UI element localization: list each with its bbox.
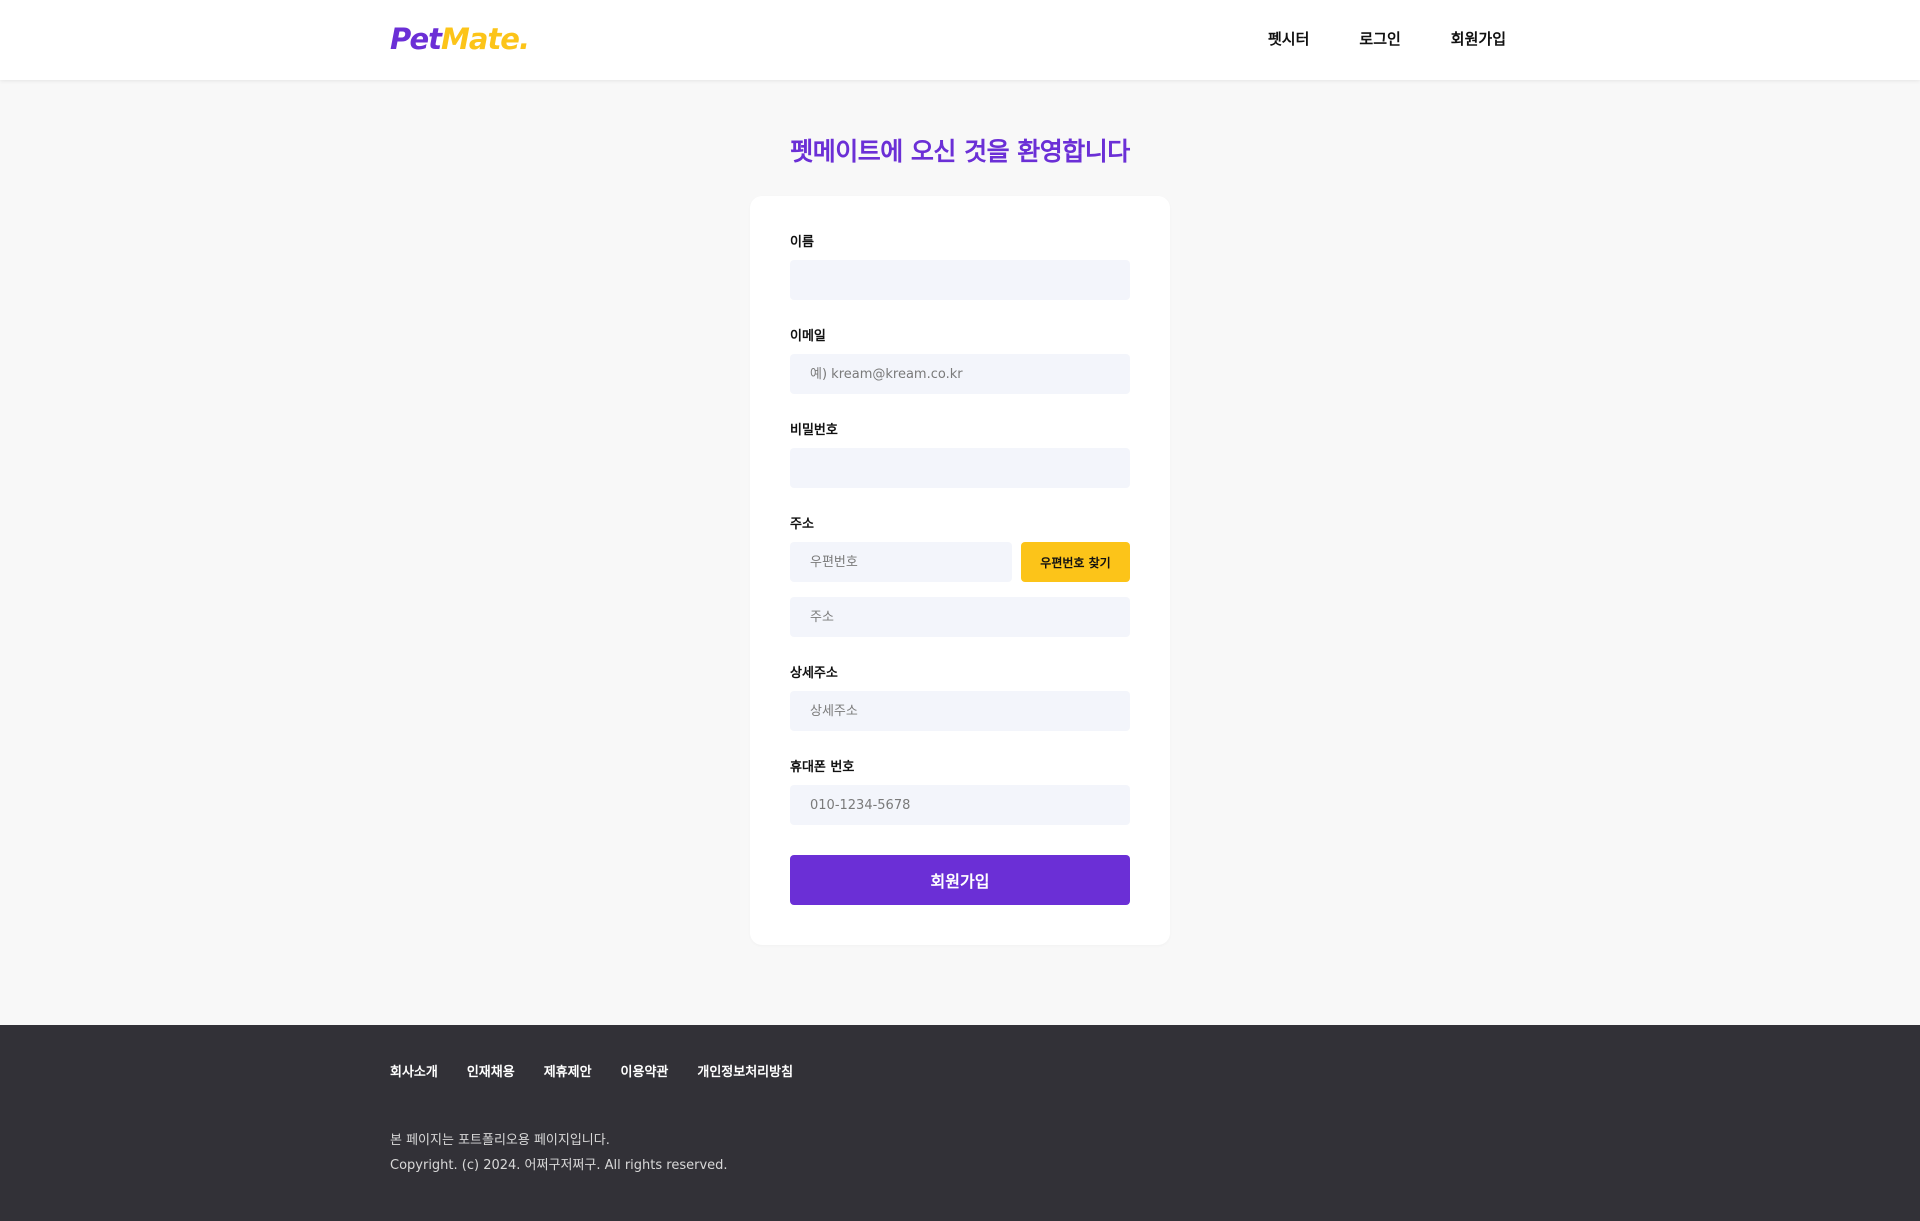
footer-notice: 본 페이지는 포트폴리오용 페이지입니다. — [390, 1133, 610, 1148]
password-label: 비밀번호 — [790, 423, 838, 438]
nav-item-petsitter[interactable]: 펫시터 — [1268, 26, 1309, 52]
main-nav: 펫시터 로그인 회원가입 — [1268, 26, 1506, 52]
footer-link-careers[interactable]: 인재채용 — [467, 1063, 515, 1083]
address-input[interactable] — [790, 597, 1130, 637]
detail-address-label: 상세주소 — [790, 666, 838, 681]
email-input[interactable] — [790, 354, 1130, 394]
phone-label: 휴대폰 번호 — [790, 760, 855, 775]
name-label: 이름 — [790, 235, 814, 250]
logo-mate-text: Mate. — [441, 22, 530, 56]
password-input[interactable] — [790, 448, 1130, 488]
signup-form-card: 이름 이메일 비밀번호 주소 우편번호 찾기 상세주소 휴대폰 번호 회원가입 — [750, 196, 1170, 945]
nav-item-signup[interactable]: 회원가입 — [1451, 26, 1506, 52]
footer-link-terms[interactable]: 이용약관 — [621, 1063, 669, 1083]
address-label: 주소 — [790, 517, 814, 532]
footer-link-about[interactable]: 회사소개 — [390, 1063, 438, 1083]
detail-address-input[interactable] — [790, 691, 1130, 731]
footer-link-partnership[interactable]: 제휴제안 — [544, 1063, 592, 1083]
phone-input[interactable] — [790, 785, 1130, 825]
email-label: 이메일 — [790, 329, 826, 344]
nav-item-login[interactable]: 로그인 — [1359, 26, 1400, 52]
footer-copyright: Copyright. (c) 2024. 어쩌구저쩌구. All rights … — [390, 1158, 728, 1173]
zipcode-input[interactable] — [790, 542, 1012, 582]
signup-submit-button[interactable]: 회원가입 — [790, 855, 1130, 905]
name-input[interactable] — [790, 260, 1130, 300]
petmate-logo[interactable]: PetMate. — [390, 21, 530, 57]
footer-links: 회사소개 인재채용 제휴제안 이용약관 개인정보처리방침 — [390, 1063, 793, 1083]
logo-pet-text: Pet — [390, 22, 442, 56]
page-title: 펫메이트에 오신 것을 환영합니다 — [790, 137, 1130, 166]
find-zipcode-button[interactable]: 우편번호 찾기 — [1021, 542, 1130, 582]
footer-link-privacy[interactable]: 개인정보처리방침 — [697, 1063, 793, 1083]
site-header: PetMate. 펫시터 로그인 회원가입 — [0, 0, 1920, 80]
site-footer: 회사소개 인재채용 제휴제안 이용약관 개인정보처리방침 본 페이지는 포트폴리… — [0, 1025, 1920, 1221]
